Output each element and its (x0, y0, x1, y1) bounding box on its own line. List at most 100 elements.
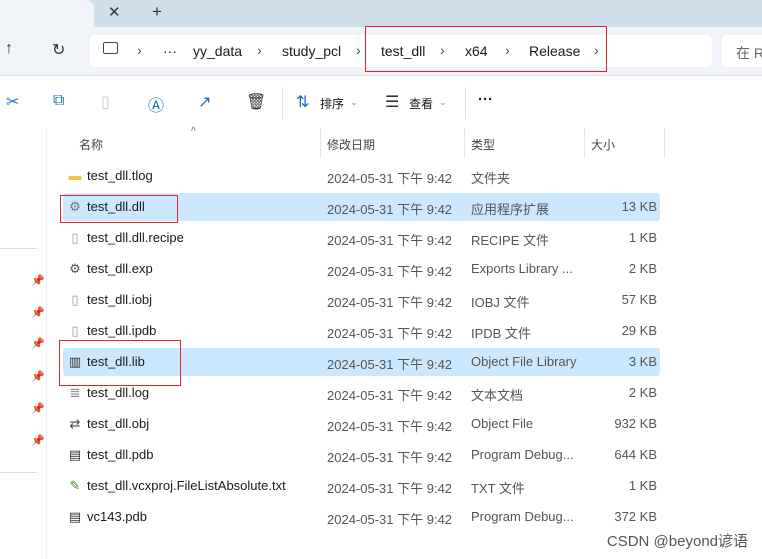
file-type: 文本文档 (471, 388, 524, 403)
file-date: 2024-05-31 下午 9:42 (327, 450, 453, 465)
file-date: 2024-05-31 下午 9:42 (327, 295, 453, 310)
more-options-button[interactable]: ··· (478, 91, 493, 108)
column-divider[interactable] (320, 128, 321, 158)
file-row[interactable]: ⚙ test_dll.exp 2024-05-31 下午 9:42 Export… (63, 255, 660, 283)
file-row[interactable]: ✎ test_dll.vcxproj.FileListAbsolute.txt … (63, 472, 660, 500)
file-row[interactable]: ⇄ test_dll.obj 2024-05-31 下午 9:42 Object… (63, 410, 660, 438)
file-type: RECIPE 文件 (471, 233, 550, 248)
paste-icon[interactable]: ▯ (101, 92, 110, 112)
file-row[interactable]: ▯ test_dll.dll.recipe 2024-05-31 下午 9:42… (63, 224, 660, 252)
divider (282, 87, 283, 119)
chevron-down-icon: ⌄ (439, 97, 447, 107)
command-bar (0, 76, 762, 128)
file-size: 13 KB (621, 199, 657, 214)
breadcrumb-yy-data[interactable]: yy_data (193, 43, 242, 59)
column-divider[interactable] (664, 128, 665, 158)
pin-icon[interactable]: 📌 (31, 274, 45, 287)
view-button[interactable]: 查看 (409, 95, 433, 112)
file-date: 2024-05-31 下午 9:42 (327, 326, 453, 341)
column-divider[interactable] (464, 128, 465, 158)
file-name: test_dll.exp (87, 261, 153, 276)
refresh-icon[interactable]: ↻ (52, 40, 65, 60)
pin-icon[interactable]: 📌 (31, 370, 45, 383)
up-arrow-icon[interactable]: ↑ (5, 40, 13, 58)
breadcrumb-ellipsis[interactable]: ··· (163, 43, 177, 59)
exp-icon: ⚙ (69, 261, 81, 276)
sort-icon[interactable]: ⇅ (296, 92, 309, 112)
file-size: 932 KB (614, 416, 657, 431)
file-date: 2024-05-31 下午 9:42 (327, 481, 453, 496)
file-date: 2024-05-31 下午 9:42 (327, 202, 453, 217)
file-date: 2024-05-31 下午 9:42 (327, 171, 453, 186)
column-header-date[interactable]: 修改日期 (327, 136, 375, 153)
close-tab-icon[interactable]: ✕ (108, 3, 121, 21)
file-size: 1 KB (628, 478, 657, 493)
watermark: CSDN @beyond谚语 (606, 533, 748, 550)
file-row[interactable]: ▤ vc143.pdb 2024-05-31 下午 9:42 Program D… (63, 503, 660, 531)
sort-ascending-icon: ^ (191, 126, 196, 137)
file-name: test_dll.pdb (87, 447, 154, 462)
file-type: 应用程序扩展 (471, 202, 550, 217)
chevron-right-icon: › (137, 42, 142, 58)
file-name: test_dll.tlog (87, 168, 153, 183)
divider (0, 472, 37, 473)
computer-icon (103, 42, 118, 54)
pin-icon[interactable]: 📌 (31, 434, 45, 447)
share-icon[interactable]: ↗ (198, 92, 211, 112)
file-type: Object File Library (471, 354, 577, 369)
column-header-name[interactable]: 名称 (79, 136, 103, 153)
column-header-size[interactable]: 大小 (591, 136, 615, 153)
divider (465, 87, 466, 119)
chevron-right-icon: › (257, 42, 262, 58)
text-file-icon: ≣ (69, 385, 81, 400)
file-size: 3 KB (628, 354, 657, 369)
search-input[interactable]: 在 R (722, 35, 762, 67)
cut-icon[interactable]: ✂ (6, 92, 19, 112)
file-date: 2024-05-31 下午 9:42 (327, 512, 453, 527)
folder-icon: ▬ (68, 168, 82, 183)
column-divider[interactable] (584, 128, 585, 158)
file-type: IOBJ 文件 (471, 295, 530, 310)
pin-icon[interactable]: 📌 (31, 306, 45, 319)
file-date: 2024-05-31 下午 9:42 (327, 419, 453, 434)
file-name: test_dll.iobj (87, 292, 153, 307)
chevron-right-icon: › (356, 42, 361, 58)
obj-icon: ⇄ (69, 416, 81, 431)
file-row[interactable]: ▬ test_dll.tlog 2024-05-31 下午 9:42 文件夹 (63, 162, 660, 190)
file-type: Object File (471, 416, 534, 431)
copy-icon[interactable]: ⧉ (53, 92, 64, 110)
file-type: 文件夹 (471, 171, 511, 186)
file-size: 644 KB (614, 447, 657, 462)
file-size: 372 KB (614, 509, 657, 524)
active-tab[interactable] (0, 0, 94, 27)
view-icon[interactable]: ☰ (385, 92, 399, 112)
file-icon: ▯ (71, 230, 79, 245)
pin-icon[interactable]: 📌 (31, 402, 45, 415)
file-name: test_dll.ipdb (87, 323, 157, 338)
file-name: test_dll.obj (87, 416, 150, 431)
highlight-box (60, 195, 178, 223)
file-type: TXT 文件 (471, 481, 525, 496)
file-date: 2024-05-31 下午 9:42 (327, 357, 453, 372)
column-header-type[interactable]: 类型 (471, 136, 495, 153)
file-size: 1 KB (628, 230, 657, 245)
file-size: 29 KB (621, 323, 657, 338)
pdb-icon: ▤ (68, 447, 82, 462)
sort-button[interactable]: 排序 (320, 95, 344, 112)
highlight-box (365, 26, 607, 72)
chevron-down-icon: ⌄ (350, 97, 358, 107)
rename-icon[interactable]: Ⓐ (148, 92, 164, 116)
delete-icon[interactable]: 🗑 (246, 92, 266, 112)
file-row[interactable]: ▤ test_dll.pdb 2024-05-31 下午 9:42 Progra… (63, 441, 660, 469)
breadcrumb-study-pcl[interactable]: study_pcl (282, 43, 341, 59)
file-date: 2024-05-31 下午 9:42 (327, 233, 453, 248)
file-size: 2 KB (628, 261, 657, 276)
file-name: test_dll.vcxproj.FileListAbsolute.txt (87, 478, 286, 493)
divider (0, 248, 37, 249)
file-name: test_dll.log (87, 385, 150, 400)
file-row[interactable]: ▯ test_dll.iobj 2024-05-31 下午 9:42 IOBJ … (63, 286, 660, 314)
new-tab-button[interactable]: + (152, 2, 162, 22)
file-type: IPDB 文件 (471, 326, 531, 341)
file-icon: ▯ (71, 323, 79, 338)
pin-icon[interactable]: 📌 (31, 337, 45, 350)
